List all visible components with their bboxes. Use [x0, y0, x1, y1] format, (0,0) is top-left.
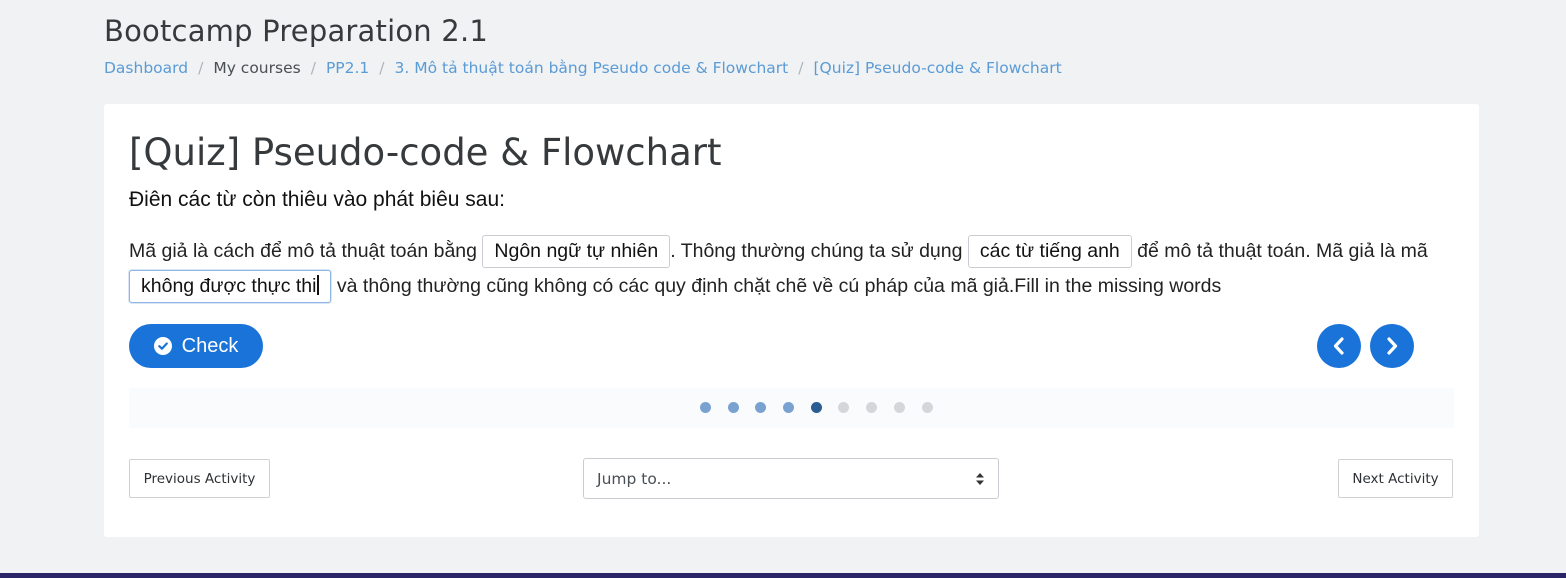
question-text-part: . Thông thường chúng ta sử dụng: [670, 240, 968, 262]
question-text-part: Fill in the missing words: [1014, 275, 1222, 297]
previous-question-button[interactable]: [1317, 324, 1361, 368]
breadcrumb-my-courses: My courses: [213, 59, 301, 77]
progress-dot[interactable]: [700, 402, 711, 413]
breadcrumb-quiz[interactable]: [Quiz] Pseudo-code & Flowchart: [814, 59, 1062, 77]
progress-dot[interactable]: [866, 402, 878, 413]
check-button-label: Check: [181, 334, 239, 357]
quiz-title: [Quiz] Pseudo-code & Flowchart: [129, 131, 722, 174]
progress-dots: [700, 402, 949, 413]
progress-dot[interactable]: [755, 402, 767, 413]
chevron-right-icon: [1387, 337, 1398, 355]
breadcrumb: Dashboard / My courses / PP2.1 / 3. Mô t…: [104, 59, 1062, 77]
progress-dot[interactable]: [727, 402, 739, 413]
check-button[interactable]: Check: [129, 324, 263, 368]
footer-bar: [0, 573, 1566, 578]
question-text: Mã giả là cách để mô tả thuật toán bằng …: [129, 234, 1459, 304]
blank-input-1[interactable]: Ngôn ngữ tự nhiên: [482, 235, 671, 269]
progress-dot[interactable]: [838, 402, 850, 413]
blank-input-3[interactable]: không được thực thi: [129, 270, 332, 304]
question-text-part: và thông thường cũng không có các quy đị…: [331, 275, 1015, 297]
text-caret: [317, 275, 320, 296]
question-progress: [129, 388, 1454, 428]
course-title: Bootcamp Preparation 2.1: [104, 14, 489, 48]
breadcrumb-dashboard[interactable]: Dashboard: [104, 59, 188, 77]
next-question-button[interactable]: [1370, 324, 1414, 368]
blank-input-3-value: không được thực thi: [141, 275, 317, 298]
breadcrumb-separator: /: [798, 59, 804, 77]
breadcrumb-separator: /: [198, 59, 204, 77]
progress-dot[interactable]: [921, 402, 933, 413]
breadcrumb-separator: /: [379, 59, 385, 77]
progress-dot[interactable]: [893, 402, 905, 413]
check-circle-icon: [153, 337, 172, 355]
jump-to-value: Jump to...: [597, 469, 672, 488]
progress-dot[interactable]: [783, 402, 795, 413]
chevron-left-icon: [1333, 337, 1344, 355]
breadcrumb-course[interactable]: PP2.1: [326, 59, 369, 77]
page-header: Bootcamp Preparation 2.1 Dashboard / My …: [104, 14, 1062, 77]
progress-dot[interactable]: [810, 402, 822, 413]
breadcrumb-separator: /: [310, 59, 316, 77]
question-text-part: để mô tả thuật toán. Mã giả là mã: [1131, 240, 1428, 262]
sort-arrows-icon: [976, 473, 984, 485]
blank-input-2[interactable]: các từ tiếng anh: [967, 235, 1132, 269]
quiz-card: [Quiz] Pseudo-code & Flowchart Điên các …: [104, 104, 1479, 537]
quiz-instruction: Điên các từ còn thiêu vào phát biêu sau:: [129, 188, 505, 211]
next-activity-button[interactable]: Next Activity: [1338, 459, 1453, 498]
breadcrumb-section[interactable]: 3. Mô tả thuật toán bằng Pseudo code & F…: [395, 59, 789, 77]
previous-activity-button[interactable]: Previous Activity: [129, 459, 270, 498]
question-text-part: Mã giả là cách để mô tả thuật toán bằng: [129, 240, 483, 262]
jump-to-select[interactable]: Jump to...: [583, 458, 999, 499]
